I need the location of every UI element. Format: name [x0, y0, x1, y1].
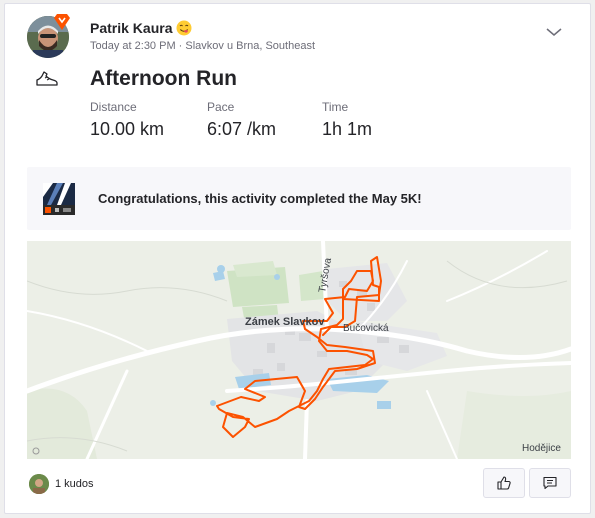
- stat-value: 1h 1m: [322, 119, 373, 139]
- stat-pace: Pace 6:07 /km: [207, 100, 276, 140]
- athlete-name-row[interactable]: Patrik Kaura: [90, 20, 192, 36]
- athlete-name[interactable]: Patrik Kaura: [90, 20, 172, 36]
- map-label-village: Hodějice: [522, 443, 561, 454]
- route-map[interactable]: Zámek Slavkov Tyršova Bučovická Hodějice: [27, 241, 571, 459]
- stat-value: 6:07 /km: [207, 119, 277, 139]
- comment-icon: [543, 476, 557, 490]
- challenge-badge-icon: [43, 183, 75, 215]
- kudos-avatar[interactable]: [29, 474, 49, 494]
- subscriber-badge-icon: [54, 14, 70, 30]
- chevron-down-icon[interactable]: [545, 26, 563, 38]
- stat-time: Time 1h 1m: [322, 100, 372, 140]
- map-label-street-bucovicka: Bučovická: [343, 323, 389, 334]
- stat-label: Time: [322, 100, 349, 114]
- give-kudos-button[interactable]: [483, 468, 525, 498]
- comment-button[interactable]: [529, 468, 571, 498]
- stat-distance: Distance 10.00 km: [90, 100, 164, 140]
- thumbs-up-icon: [497, 476, 511, 490]
- activity-title[interactable]: Afternoon Run: [90, 67, 237, 91]
- challenge-banner[interactable]: Congratulations, this activity completed…: [27, 167, 571, 230]
- stat-value: 10.00 km: [90, 119, 165, 139]
- face-savoring-food-emoji-icon: [176, 20, 192, 36]
- stat-label: Pace: [207, 100, 235, 114]
- map-label-town: Zámek Slavkov: [245, 316, 325, 328]
- stat-label: Distance: [90, 100, 137, 114]
- running-shoe-icon: [36, 71, 58, 86]
- activity-meta: Today at 2:30 PM · Slavkov u Brna, South…: [90, 40, 316, 52]
- kudos-count[interactable]: 1 kudos: [55, 478, 94, 490]
- challenge-text: Congratulations, this activity completed…: [98, 191, 422, 206]
